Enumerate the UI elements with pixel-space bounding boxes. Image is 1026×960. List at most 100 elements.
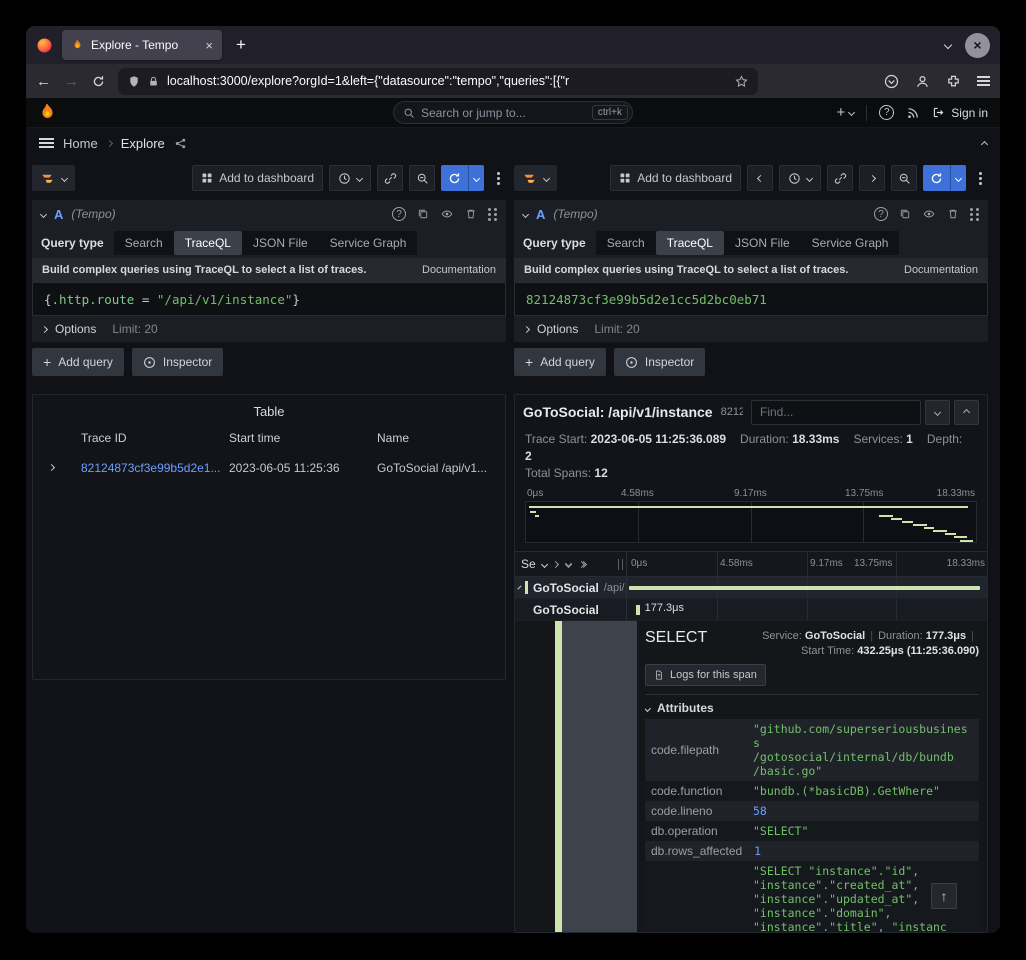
drag-handle-icon[interactable] (488, 213, 491, 216)
pocket-icon[interactable] (884, 74, 899, 89)
documentation-link[interactable]: Documentation (904, 264, 978, 276)
shield-icon[interactable] (128, 75, 140, 88)
kebab-menu-icon[interactable] (490, 165, 506, 191)
breadcrumb-home[interactable]: Home (63, 136, 98, 151)
expand-one-icon[interactable] (552, 560, 559, 567)
service-operation-label[interactable]: Se (521, 557, 536, 571)
collapse-query-icon[interactable] (40, 210, 47, 217)
reload-icon[interactable] (92, 75, 105, 88)
run-query-button[interactable] (441, 165, 484, 191)
kebab-menu-icon[interactable] (972, 165, 988, 191)
tab-search[interactable]: Search (114, 231, 174, 255)
move-split-right-button[interactable] (859, 165, 885, 191)
new-menu-button[interactable]: + (837, 104, 855, 121)
tab-search[interactable]: Search (596, 231, 656, 255)
share-icon[interactable] (174, 137, 187, 150)
traceql-code-editor[interactable]: 82124873cf3e99b5d2e1cc5d2bc0eb71 (514, 282, 988, 316)
tab-service-graph[interactable]: Service Graph (801, 231, 900, 255)
zoom-out-button[interactable] (891, 165, 917, 191)
options-expand-icon[interactable] (523, 325, 530, 332)
sign-in-button[interactable]: Sign in (932, 106, 988, 120)
tab-traceql[interactable]: TraceQL (174, 231, 242, 255)
tab-json-file[interactable]: JSON File (724, 231, 801, 255)
column-resize-handle[interactable] (618, 559, 623, 570)
run-query-dropdown[interactable] (468, 165, 484, 191)
inspector-button[interactable]: Inspector (614, 348, 705, 376)
copy-query-icon[interactable] (417, 208, 429, 220)
minimap-canvas[interactable] (525, 501, 977, 543)
query-help-icon[interactable]: ? (874, 207, 888, 221)
delete-query-trash-icon[interactable] (947, 208, 959, 220)
add-to-dashboard-button[interactable]: Add to dashboard (192, 165, 323, 191)
query-options-row[interactable]: Options Limit: 20 (514, 316, 988, 342)
account-icon[interactable] (915, 74, 930, 89)
span-row-root[interactable]: GoToSocial /api/ (515, 577, 987, 599)
hide-query-eye-icon[interactable] (440, 208, 454, 220)
trace-id-link[interactable]: 82124873cf3e99b5d2e1... (81, 461, 229, 475)
chevron-down-icon[interactable] (541, 560, 548, 567)
copy-query-icon[interactable] (899, 208, 911, 220)
forward-icon[interactable]: → (64, 74, 79, 89)
delete-query-trash-icon[interactable] (465, 208, 477, 220)
query-help-icon[interactable]: ? (392, 207, 406, 221)
bookmark-star-icon[interactable] (735, 75, 748, 88)
url-bar[interactable]: localhost:3000/explore?orgId=1&left={"da… (118, 68, 758, 95)
hide-query-eye-icon[interactable] (922, 208, 936, 220)
move-split-left-button[interactable] (747, 165, 773, 191)
time-picker-button[interactable] (329, 165, 371, 191)
query-options-row[interactable]: Options Limit: 20 (32, 316, 506, 342)
tab-json-file[interactable]: JSON File (242, 231, 319, 255)
news-rss-icon[interactable] (906, 106, 920, 120)
inspector-button[interactable]: Inspector (132, 348, 223, 376)
window-close-button[interactable]: × (965, 33, 990, 58)
table-row[interactable]: 82124873cf3e99b5d2e1... 2023-06-05 11:25… (33, 455, 505, 481)
new-tab-button[interactable]: + (231, 35, 251, 55)
scroll-to-top-button[interactable]: ↑ (931, 883, 957, 909)
traceql-code-editor[interactable]: {.http.route = "/api/v1/instance"} (32, 282, 506, 316)
time-sync-link-button[interactable] (377, 165, 403, 191)
back-icon[interactable]: ← (36, 74, 51, 89)
datasource-picker[interactable] (514, 165, 557, 191)
col-trace-id[interactable]: Trace ID (81, 431, 229, 445)
logs-for-span-button[interactable]: Logs for this span (645, 664, 766, 686)
grafana-logo-icon[interactable] (38, 103, 57, 122)
tab-close-icon[interactable]: × (205, 38, 213, 53)
add-query-button[interactable]: + Add query (32, 348, 124, 376)
find-next-button[interactable] (925, 400, 950, 425)
span-service: GoToSocial (533, 603, 599, 617)
span-collapse-icon[interactable] (517, 585, 521, 589)
add-query-button[interactable]: + Add query (514, 348, 606, 376)
collapse-header-button[interactable] (982, 134, 987, 152)
span-row-child[interactable]: GoToSocial 177.3μs (515, 599, 987, 621)
add-to-dashboard-button[interactable]: Add to dashboard (610, 165, 741, 191)
tab-service-graph[interactable]: Service Graph (319, 231, 418, 255)
time-picker-button[interactable] (779, 165, 821, 191)
help-icon[interactable]: ? (879, 105, 894, 120)
find-input[interactable] (751, 400, 921, 425)
expand-all-icon[interactable] (566, 561, 571, 567)
collapse-query-icon[interactable] (522, 210, 529, 217)
time-sync-link-button[interactable] (827, 165, 853, 191)
zoom-out-button[interactable] (409, 165, 435, 191)
col-start-time[interactable]: Start time (229, 431, 377, 445)
collapse-all-icon[interactable] (579, 562, 586, 567)
attributes-toggle[interactable]: Attributes (645, 700, 979, 716)
mega-menu-icon[interactable] (39, 142, 54, 144)
browser-tab[interactable]: Explore - Tempo × (62, 30, 222, 60)
run-query-dropdown[interactable] (950, 165, 966, 191)
plus-icon: + (837, 104, 846, 121)
menu-icon[interactable] (977, 80, 990, 82)
list-tabs-icon[interactable] (944, 41, 952, 49)
documentation-link[interactable]: Documentation (422, 264, 496, 276)
run-query-button[interactable] (923, 165, 966, 191)
tab-traceql[interactable]: TraceQL (656, 231, 724, 255)
find-prev-button[interactable] (954, 400, 979, 425)
firefox-view-icon[interactable] (36, 37, 53, 54)
extensions-puzzle-icon[interactable] (946, 74, 961, 89)
row-expand-icon[interactable] (48, 464, 55, 471)
global-search[interactable]: Search or jump to... ctrl+k (393, 101, 633, 124)
datasource-picker[interactable] (32, 165, 75, 191)
drag-handle-icon[interactable] (970, 213, 973, 216)
col-name[interactable]: Name (377, 431, 497, 445)
options-expand-icon[interactable] (41, 325, 48, 332)
